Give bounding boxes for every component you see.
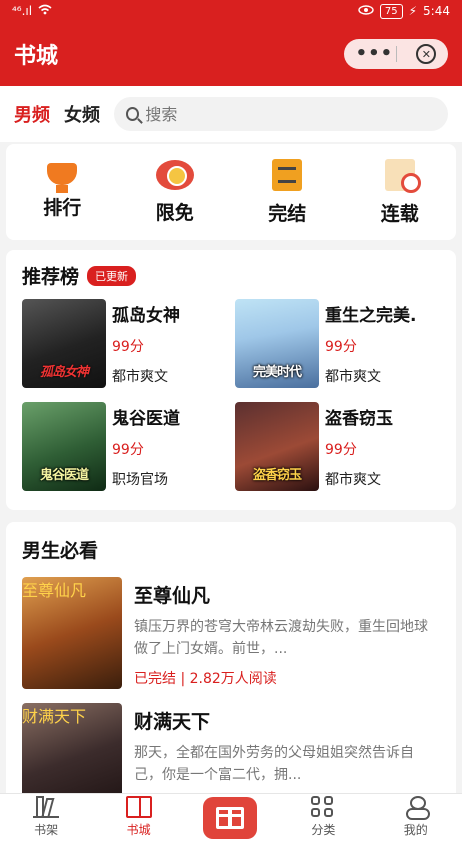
bottom-nav: 书架 书城 分类 我的 xyxy=(0,793,462,841)
book-cover[interactable]: 孤岛女神 xyxy=(22,299,106,388)
nav-item-category[interactable]: 分类 xyxy=(288,796,358,838)
book-score: 99分 xyxy=(112,339,144,355)
book-icon xyxy=(272,158,303,191)
book-score: 99分 xyxy=(112,442,144,458)
tab-male[interactable]: 男频 xyxy=(14,101,50,127)
ranking-book[interactable]: 盗香窃玉 盗香窃玉 99分 都市爽文 xyxy=(235,402,440,491)
nav-item-profile[interactable]: 我的 xyxy=(381,796,451,838)
signal-indicator: ⁴⁶.ıl xyxy=(12,4,33,18)
book-genre: 都市爽文 xyxy=(325,472,381,488)
book-description: 镇压万界的苍穹大帝林云渡劫失败，重生回地球做了上门女婿。前世，... xyxy=(134,619,428,657)
trophy-icon xyxy=(47,162,78,193)
channel-tabs: 男频 女频 xyxy=(0,86,462,142)
open-book-icon xyxy=(125,796,152,818)
ranking-book[interactable]: 孤岛女神 孤岛女神 99分 都市爽文 xyxy=(22,299,227,388)
capsule-divider xyxy=(396,46,397,62)
book-cover[interactable]: 完美时代 xyxy=(235,299,319,388)
cover-title: 财满天下 xyxy=(22,707,87,726)
grid-icon xyxy=(311,796,335,818)
book-cover[interactable]: 盗香窃玉 xyxy=(235,402,319,491)
book-score: 99分 xyxy=(325,442,357,458)
cover-title: 孤岛女神 xyxy=(39,365,89,380)
cover-title: 至尊仙凡 xyxy=(22,581,87,600)
status-badge: 已更新 xyxy=(87,265,137,286)
section-title: 男生必看 xyxy=(22,540,99,562)
book-cover[interactable]: 鬼谷医道 xyxy=(22,402,106,491)
book-cover[interactable]: 至尊仙凡 xyxy=(22,577,122,689)
app-bar: 书城 ••• ✕ xyxy=(0,22,462,86)
section-title: 推荐榜 xyxy=(22,266,80,288)
quick-entry-free[interactable]: 限免 xyxy=(130,159,220,225)
nav-item-bookstore[interactable]: 书城 xyxy=(104,796,174,838)
book-genre: 都市爽文 xyxy=(112,369,168,385)
nav-label: 书城 xyxy=(126,823,151,837)
ranking-book[interactable]: 完美时代 重生之完美. 99分 都市爽文 xyxy=(235,299,440,388)
serial-icon xyxy=(384,158,421,193)
search-box[interactable] xyxy=(114,97,448,131)
bookshelf-icon xyxy=(33,796,60,818)
status-time: 5:44 xyxy=(423,4,450,18)
must-read-section: 男生必看 至尊仙凡 至尊仙凡 镇压万界的苍穹大帝林云渡劫失败，重生回地球做了上门… xyxy=(6,522,456,812)
wifi-icon xyxy=(38,4,52,18)
eye-icon xyxy=(358,4,374,18)
book-title: 至尊仙凡 xyxy=(134,585,211,607)
nav-label: 书架 xyxy=(34,823,59,837)
quick-entry-label: 连载 xyxy=(380,202,419,225)
gift-icon xyxy=(216,807,244,829)
ranking-book[interactable]: 鬼谷医道 鬼谷医道 99分 职场官场 xyxy=(22,402,227,491)
cover-title: 鬼谷医道 xyxy=(39,468,89,483)
book-score: 99分 xyxy=(325,339,357,355)
book-meta: 已完结 | 2.82万人阅读 xyxy=(134,671,277,687)
cover-title: 盗香窃玉 xyxy=(252,468,302,483)
user-icon xyxy=(403,796,430,820)
mini-program-capsule: ••• ✕ xyxy=(344,39,448,69)
ranking-section: 推荐榜 已更新 孤岛女神 孤岛女神 99分 都市爽文 完美时代 重生之完美. 9… xyxy=(6,250,456,510)
more-icon[interactable]: ••• xyxy=(356,45,394,63)
top-bar: ⁴⁶.ıl 75 ⚡ 5:44 书城 ••• ✕ xyxy=(0,0,462,86)
nav-label: 分类 xyxy=(311,823,336,837)
page-title: 书城 xyxy=(14,44,59,69)
quick-entry-ranking[interactable]: 排行 xyxy=(17,162,107,220)
book-genre: 职场官场 xyxy=(112,472,168,488)
search-input[interactable] xyxy=(145,104,436,124)
search-icon xyxy=(126,107,140,121)
book-title: 盗香窃玉 xyxy=(325,409,393,429)
tab-female[interactable]: 女频 xyxy=(64,101,100,127)
status-bar: ⁴⁶.ıl 75 ⚡ 5:44 xyxy=(0,0,462,22)
list-item[interactable]: 至尊仙凡 至尊仙凡 镇压万界的苍穹大帝林云渡劫失败，重生回地球做了上门女婿。前世… xyxy=(22,577,440,689)
gift-button[interactable] xyxy=(203,797,257,839)
book-description: 那天，全都在国外劳务的父母姐姐突然告诉自己，你是一个富二代，拥... xyxy=(134,745,414,783)
nav-item-bookshelf[interactable]: 书架 xyxy=(11,796,81,838)
cover-title: 完美时代 xyxy=(252,365,302,380)
book-title: 孤岛女神 xyxy=(112,306,180,326)
book-genre: 都市爽文 xyxy=(325,369,381,385)
quick-entries: 排行 限免 完结 连载 xyxy=(6,144,456,240)
charging-icon: ⚡ xyxy=(408,4,418,18)
clock-icon xyxy=(155,159,194,190)
quick-entry-serial[interactable]: 连载 xyxy=(355,158,445,226)
battery-indicator: 75 xyxy=(379,3,403,19)
quick-entry-label: 限免 xyxy=(155,201,194,224)
quick-entry-finished[interactable]: 完结 xyxy=(242,158,332,226)
book-title: 财满天下 xyxy=(134,711,211,733)
close-icon[interactable]: ✕ xyxy=(416,44,437,64)
book-title: 鬼谷医道 xyxy=(112,409,180,429)
quick-entry-label: 完结 xyxy=(268,202,307,225)
quick-entry-label: 排行 xyxy=(43,196,82,219)
book-title: 重生之完美. xyxy=(325,306,417,326)
nav-label: 我的 xyxy=(403,823,428,837)
